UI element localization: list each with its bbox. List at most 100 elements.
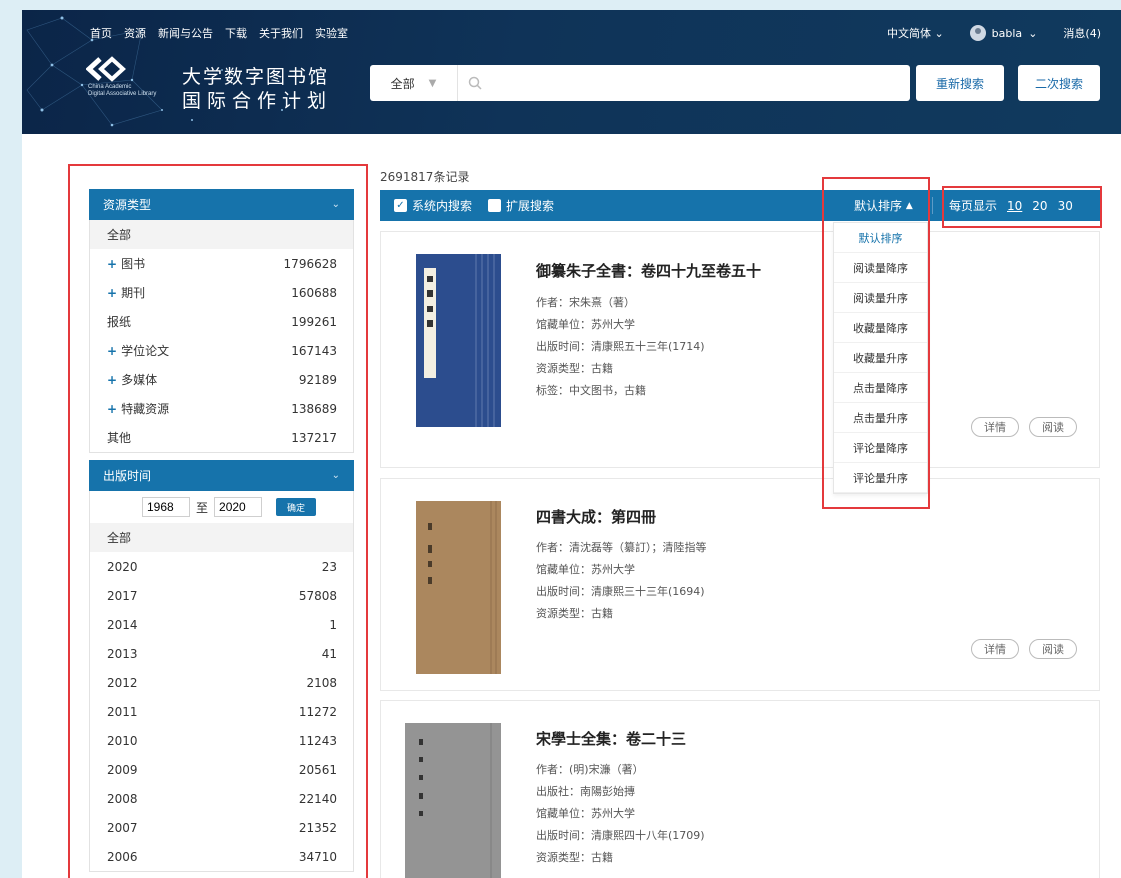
list-item[interactable]: 2008 22140 [90, 784, 353, 813]
list-item[interactable]: + 期刊 160688 [90, 278, 353, 307]
sort-option-favorites-asc[interactable]: 收藏量升序 [834, 343, 927, 373]
filter-label: 2011 [107, 704, 138, 719]
detail-button[interactable]: 详情 [971, 639, 1019, 659]
list-item[interactable]: 2007 21352 [90, 813, 353, 842]
pub-time-all[interactable]: 全部 [90, 523, 353, 552]
per-page-option-30[interactable]: 30 [1058, 199, 1073, 213]
filter-label: 2006 [107, 849, 138, 864]
resource-type-all[interactable]: 全部 [90, 220, 353, 249]
sort-option-favorites-desc[interactable]: 收藏量降序 [834, 313, 927, 343]
detail-button[interactable]: 详情 [971, 417, 1019, 437]
search-bar: 全部 ▼ [370, 65, 910, 101]
list-item[interactable]: 其他 137217 [90, 423, 353, 452]
list-item[interactable]: 2011 11272 [90, 697, 353, 726]
result-card: 御纂朱子全書：卷四十九至卷五十 作者：宋朱熹（著） 馆藏单位：苏州大学 出版时间… [380, 231, 1100, 468]
filter-label: 其他 [107, 431, 132, 445]
sort-option-reads-desc[interactable]: 阅读量降序 [834, 253, 927, 283]
book-meta: 作者：(明)宋濂（著） 出版社：南陽彭始摶 馆藏单位：苏州大学 出版时间：清康熙… [536, 759, 705, 869]
nav-item-about[interactable]: 关于我们 [259, 25, 303, 41]
sort-option-clicks-desc[interactable]: 点击量降序 [834, 373, 927, 403]
list-item[interactable]: + 图书 1796628 [90, 249, 353, 278]
list-item[interactable]: 2010 11243 [90, 726, 353, 755]
in-system-checkbox[interactable]: ✓ 系统内搜索 [394, 197, 472, 214]
logo-sub-line1: China Academic [88, 84, 132, 90]
checkbox-empty-icon [488, 199, 502, 212]
secondary-search-button[interactable]: 二次搜索 [1018, 65, 1100, 101]
pub-time-title: 出版时间 [103, 469, 152, 483]
username: babla [991, 26, 1023, 40]
list-item[interactable]: + 学位论文 167143 [90, 336, 353, 365]
year-from-input[interactable] [142, 497, 190, 517]
list-item[interactable]: 2014 1 [90, 610, 353, 639]
list-item[interactable]: 2006 34710 [90, 842, 353, 871]
site-logo[interactable]: China Academic Digital Associative Libra… [85, 56, 176, 106]
book-title[interactable]: 御纂朱子全書：卷四十九至卷五十 [536, 260, 761, 281]
caret-down-icon: ▼ [428, 77, 437, 89]
research-button[interactable]: 重新搜索 [916, 65, 1004, 101]
messages-link[interactable]: 消息(4) [1063, 25, 1101, 41]
list-item[interactable]: + 多媒体 92189 [90, 365, 353, 394]
user-menu[interactable]: babla ⌄ [969, 25, 1037, 41]
filter-label: 2013 [107, 646, 138, 661]
plus-icon[interactable]: + [107, 286, 117, 300]
book-type: 资源类型：古籍 [536, 851, 613, 864]
sort-option-reads-asc[interactable]: 阅读量升序 [834, 283, 927, 313]
per-page-option-10[interactable]: 10 [1007, 199, 1022, 213]
filter-count: 167143 [291, 343, 337, 358]
book-title[interactable]: 宋學士全集：卷二十三 [536, 728, 686, 749]
resource-type-panel: 全部 + 图书 1796628 + 期刊 160688 报纸 199261 + 学位论文 16… [89, 220, 354, 453]
list-item[interactable]: 2012 2108 [90, 668, 353, 697]
filter-count: 138689 [291, 401, 337, 416]
filter-count: 137217 [291, 430, 337, 445]
nav-item-resources[interactable]: 资源 [124, 25, 146, 41]
chevron-down-icon: ⌄ [934, 27, 944, 40]
year-to-input[interactable] [214, 497, 263, 517]
search-scope-select[interactable]: 全部 ▼ [370, 65, 458, 101]
filter-count: 23 [321, 559, 337, 574]
per-page-option-20[interactable]: 20 [1032, 199, 1047, 213]
search-input[interactable] [482, 68, 910, 98]
list-item[interactable]: 报纸 199261 [90, 307, 353, 336]
list-item[interactable]: 2009 20561 [90, 755, 353, 784]
user-area: 中文简体 ⌄ babla ⌄ 消息(4) [887, 25, 1101, 41]
filter-count: 199261 [291, 314, 337, 329]
sort-option-comments-desc[interactable]: 评论量降序 [834, 433, 927, 463]
list-item[interactable]: 2017 57808 [90, 581, 353, 610]
sort-select[interactable]: 默认排序 ▲ [854, 190, 913, 221]
filter-label: 2007 [107, 820, 138, 835]
list-item[interactable]: + 特藏资源 138689 [90, 394, 353, 423]
filter-count: 41 [321, 646, 337, 661]
plus-icon[interactable]: + [107, 344, 117, 358]
read-button[interactable]: 阅读 [1029, 639, 1077, 659]
per-page: 每页显示 10 20 30 [949, 190, 1073, 221]
result-card: 宋學士全集：卷二十三 作者：(明)宋濂（著） 出版社：南陽彭始摶 馆藏单位：苏州… [380, 700, 1100, 878]
book-pubtime: 出版时间：清康熙三十三年(1694) [536, 585, 705, 598]
page-frame: 首页 资源 新闻与公告 下载 关于我们 实验室 中文简体 ⌄ babla ⌄ 消… [22, 10, 1121, 878]
plus-icon[interactable]: + [107, 373, 117, 387]
list-item[interactable]: 2020 23 [90, 552, 353, 581]
nav-item-lab[interactable]: 实验室 [315, 25, 348, 41]
filter-count: 2108 [306, 675, 337, 690]
pub-time-header[interactable]: 出版时间 ⌄ [89, 460, 354, 491]
sort-option-comments-asc[interactable]: 评论量升序 [834, 463, 927, 493]
filter-count: 11243 [298, 733, 337, 748]
sort-option-clicks-asc[interactable]: 点击量升序 [834, 403, 927, 433]
language-select[interactable]: 中文简体 ⌄ [887, 25, 944, 41]
site-header: 首页 资源 新闻与公告 下载 关于我们 实验室 中文简体 ⌄ babla ⌄ 消… [22, 10, 1121, 134]
sort-label: 默认排序 [854, 199, 903, 213]
plus-icon[interactable]: + [107, 257, 117, 271]
filter-label: 多媒体 [121, 373, 158, 387]
nav-item-download[interactable]: 下载 [225, 25, 247, 41]
sort-option-default[interactable]: 默认排序 [834, 223, 927, 253]
resource-type-header[interactable]: 资源类型 ⌄ [89, 189, 354, 220]
confirm-button[interactable]: 确定 [276, 498, 317, 516]
nav-item-news[interactable]: 新闻与公告 [158, 25, 213, 41]
list-item[interactable]: 2013 41 [90, 639, 353, 668]
book-title[interactable]: 四書大成：第四冊 [536, 506, 656, 527]
nav-item-home[interactable]: 首页 [90, 25, 112, 41]
caret-up-icon: ▲ [905, 200, 913, 211]
expand-search-checkbox[interactable]: 扩展搜索 [488, 197, 554, 214]
book-publisher: 出版社：南陽彭始摶 [536, 785, 635, 798]
read-button[interactable]: 阅读 [1029, 417, 1077, 437]
plus-icon[interactable]: + [107, 402, 117, 416]
